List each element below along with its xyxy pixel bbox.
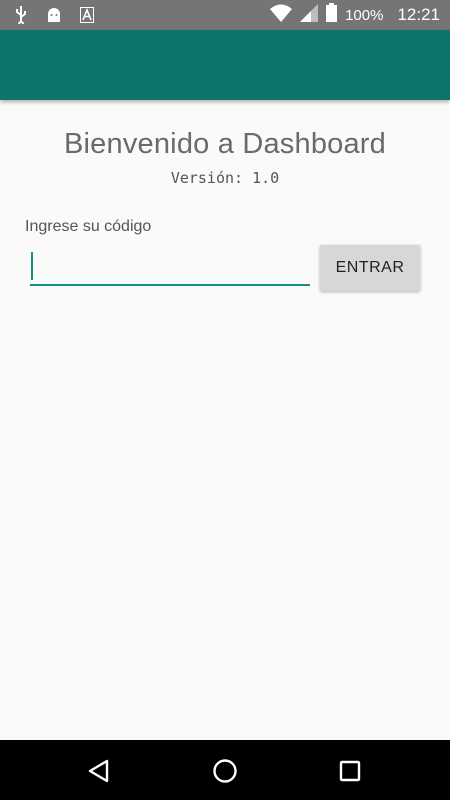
usb-icon [14, 6, 28, 29]
navigation-bar [0, 740, 450, 800]
a-notification-icon [80, 7, 94, 28]
text-cursor [31, 252, 33, 280]
code-input[interactable] [30, 246, 310, 286]
enter-button[interactable]: ENTRAR [320, 245, 420, 291]
signal-icon [300, 3, 319, 27]
code-field-label: Ingrese su código [25, 218, 152, 235]
main-content: Bienvenido a Dashboard Versión: 1.0 Ingr… [0, 100, 450, 740]
home-icon[interactable] [210, 756, 240, 786]
clock: 12:21 [397, 5, 440, 24]
version-label: Versión: 1.0 [170, 169, 280, 187]
wifi-icon [270, 4, 293, 27]
back-icon[interactable] [84, 756, 114, 786]
android-icon [46, 7, 62, 28]
battery-icon [326, 3, 338, 27]
page-title: Bienvenido a Dashboard [63, 128, 386, 160]
recents-icon[interactable] [335, 756, 365, 786]
status-bar: 100% 12:21 [0, 0, 450, 30]
battery-percent: 100% [345, 6, 384, 24]
app-bar [0, 30, 450, 100]
